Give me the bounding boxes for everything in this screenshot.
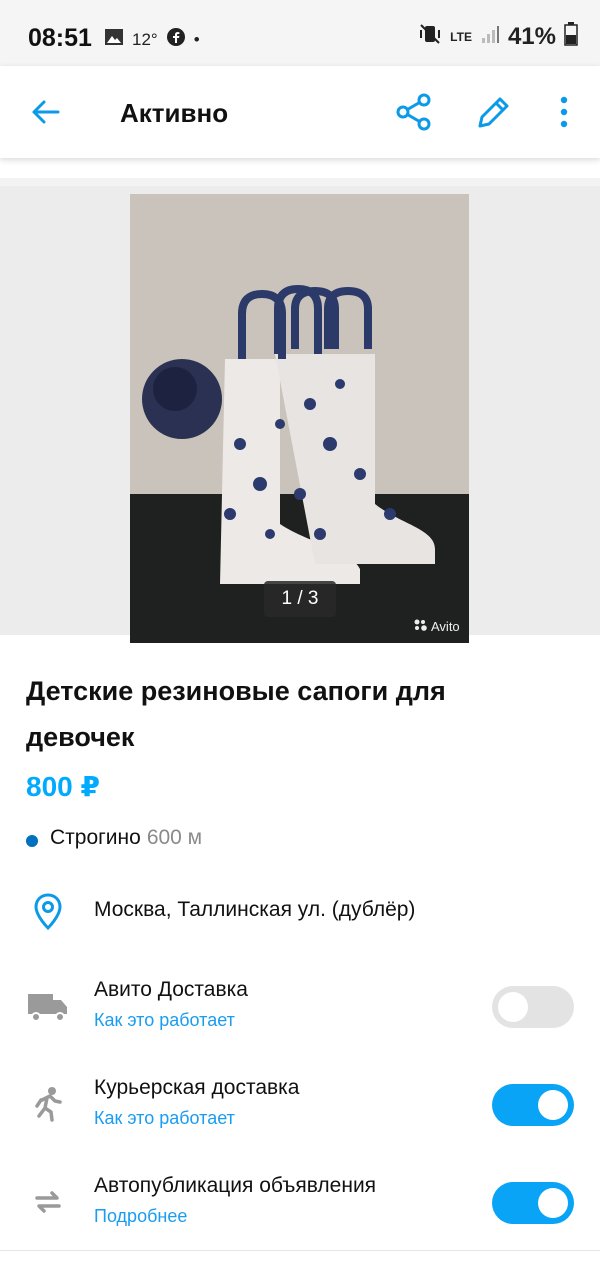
option-label: Курьерская доставка	[94, 1076, 300, 1099]
more-vertical-icon	[560, 96, 568, 128]
vibrate-mute-icon	[418, 23, 442, 50]
watermark-text: Avito	[431, 619, 460, 634]
metro-info: Строгино 600 м	[26, 826, 202, 850]
status-time: 08:51	[28, 24, 92, 52]
metro-line-icon	[26, 835, 38, 847]
status-right-icons: LTE 41%	[418, 22, 578, 51]
more-button[interactable]	[552, 94, 576, 130]
option-label: Автопубликация объявления	[94, 1174, 377, 1197]
edit-button[interactable]	[472, 92, 514, 134]
signal-icon	[480, 24, 500, 49]
metro-distance: 600 м	[146, 826, 203, 849]
courier-delivery-toggle[interactable]	[492, 1084, 574, 1126]
facebook-icon	[166, 27, 186, 52]
back-button[interactable]	[28, 94, 64, 130]
how-it-works-link[interactable]: Как это работает	[94, 1010, 248, 1031]
option-avito-delivery: Авито Доставка Как это работает	[0, 976, 600, 1046]
notification-dot-icon: •	[193, 29, 200, 49]
avito-logo-icon	[414, 619, 428, 634]
status-bar: 08:51 12° • LTE 41%	[0, 0, 600, 66]
toggle-knob	[538, 1090, 568, 1120]
location-pin-icon	[26, 890, 70, 934]
address-text: Москва, Таллинская ул. (дублёр)	[94, 898, 415, 922]
listing-price: 800 ₽	[26, 771, 100, 802]
toggle-knob	[538, 1188, 568, 1218]
status-left-icons: 12° •	[104, 27, 200, 52]
option-autopublication: Автопубликация объявления Подробнее	[0, 1172, 600, 1242]
metro-station: Строгино	[50, 826, 141, 849]
courier-running-icon	[26, 1082, 70, 1126]
avito-watermark: Avito	[414, 619, 460, 634]
network-label: LTE	[450, 29, 472, 44]
image-counter: 1 / 3	[264, 581, 336, 617]
share-icon	[396, 93, 431, 131]
address-value: Москва, Таллинская ул. (дублёр)	[94, 898, 416, 921]
more-info-link[interactable]: Подробнее	[94, 1206, 376, 1227]
image-gallery[interactable]: 1 / 3 Avito	[0, 178, 600, 643]
share-button[interactable]	[394, 92, 434, 132]
divider	[0, 1250, 600, 1251]
truck-icon	[26, 984, 70, 1028]
gallery-icon	[104, 28, 124, 51]
address-row[interactable]: Москва, Таллинская ул. (дублёр)	[0, 888, 600, 938]
battery-percent: 41%	[507, 22, 556, 50]
battery-icon	[564, 22, 578, 51]
how-it-works-link[interactable]: Как это работает	[94, 1108, 300, 1129]
arrow-left-icon	[32, 100, 60, 124]
option-label: Авито Доставка	[94, 978, 248, 1001]
repeat-arrows-icon	[26, 1180, 70, 1224]
autopublication-toggle[interactable]	[492, 1182, 574, 1224]
app-bar: Активно	[0, 66, 600, 158]
toggle-knob	[498, 992, 528, 1022]
page-title: Активно	[120, 98, 229, 128]
pencil-icon	[478, 97, 509, 128]
listing-photo[interactable]	[130, 194, 469, 643]
avito-delivery-toggle[interactable]	[492, 986, 574, 1028]
status-temperature: 12°	[132, 29, 158, 49]
listing-title: Детские резиновые сапоги для девочек	[26, 676, 446, 752]
option-courier-delivery: Курьерская доставка Как это работает	[0, 1074, 600, 1144]
